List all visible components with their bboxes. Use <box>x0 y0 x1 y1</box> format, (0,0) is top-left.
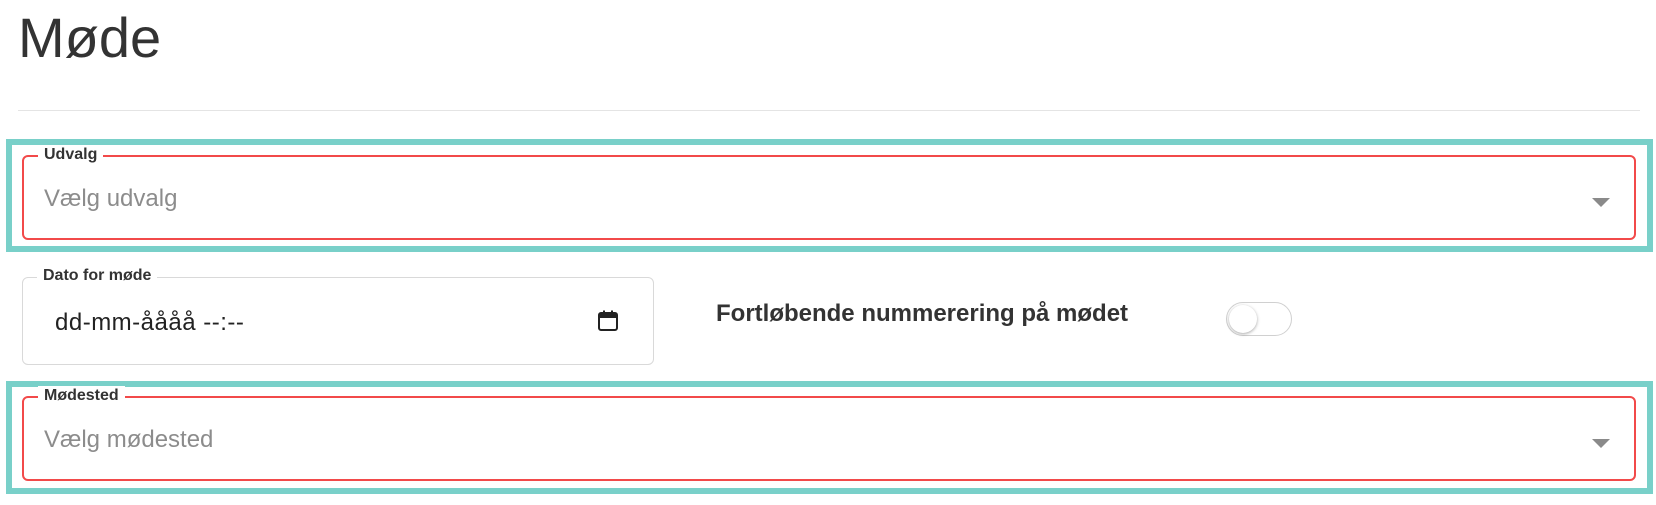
moedested-select[interactable]: Mødested Vælg mødested <box>22 386 1636 481</box>
date-value[interactable]: dd-mm-åååå --:-- <box>55 309 244 337</box>
moedested-label: Mødested <box>38 386 125 406</box>
toggle-knob <box>1229 305 1257 333</box>
chevron-down-icon[interactable] <box>1592 198 1610 207</box>
numbering-toggle-label: Fortløbende nummerering på mødet <box>716 300 1129 327</box>
calendar-icon[interactable] <box>597 310 619 332</box>
udvalg-select[interactable]: Udvalg Vælg udvalg <box>22 145 1636 240</box>
udvalg-placeholder: Vælg udvalg <box>44 185 178 212</box>
udvalg-label: Udvalg <box>38 145 104 165</box>
page-title: Møde <box>18 6 162 69</box>
numbering-toggle[interactable] <box>1226 302 1292 336</box>
chevron-down-icon[interactable] <box>1592 439 1610 448</box>
date-input[interactable]: Dato for møde dd-mm-åååå --:-- <box>22 266 654 365</box>
title-divider <box>18 110 1640 111</box>
date-label: Dato for møde <box>37 266 158 286</box>
moedested-placeholder: Vælg mødested <box>44 426 214 453</box>
